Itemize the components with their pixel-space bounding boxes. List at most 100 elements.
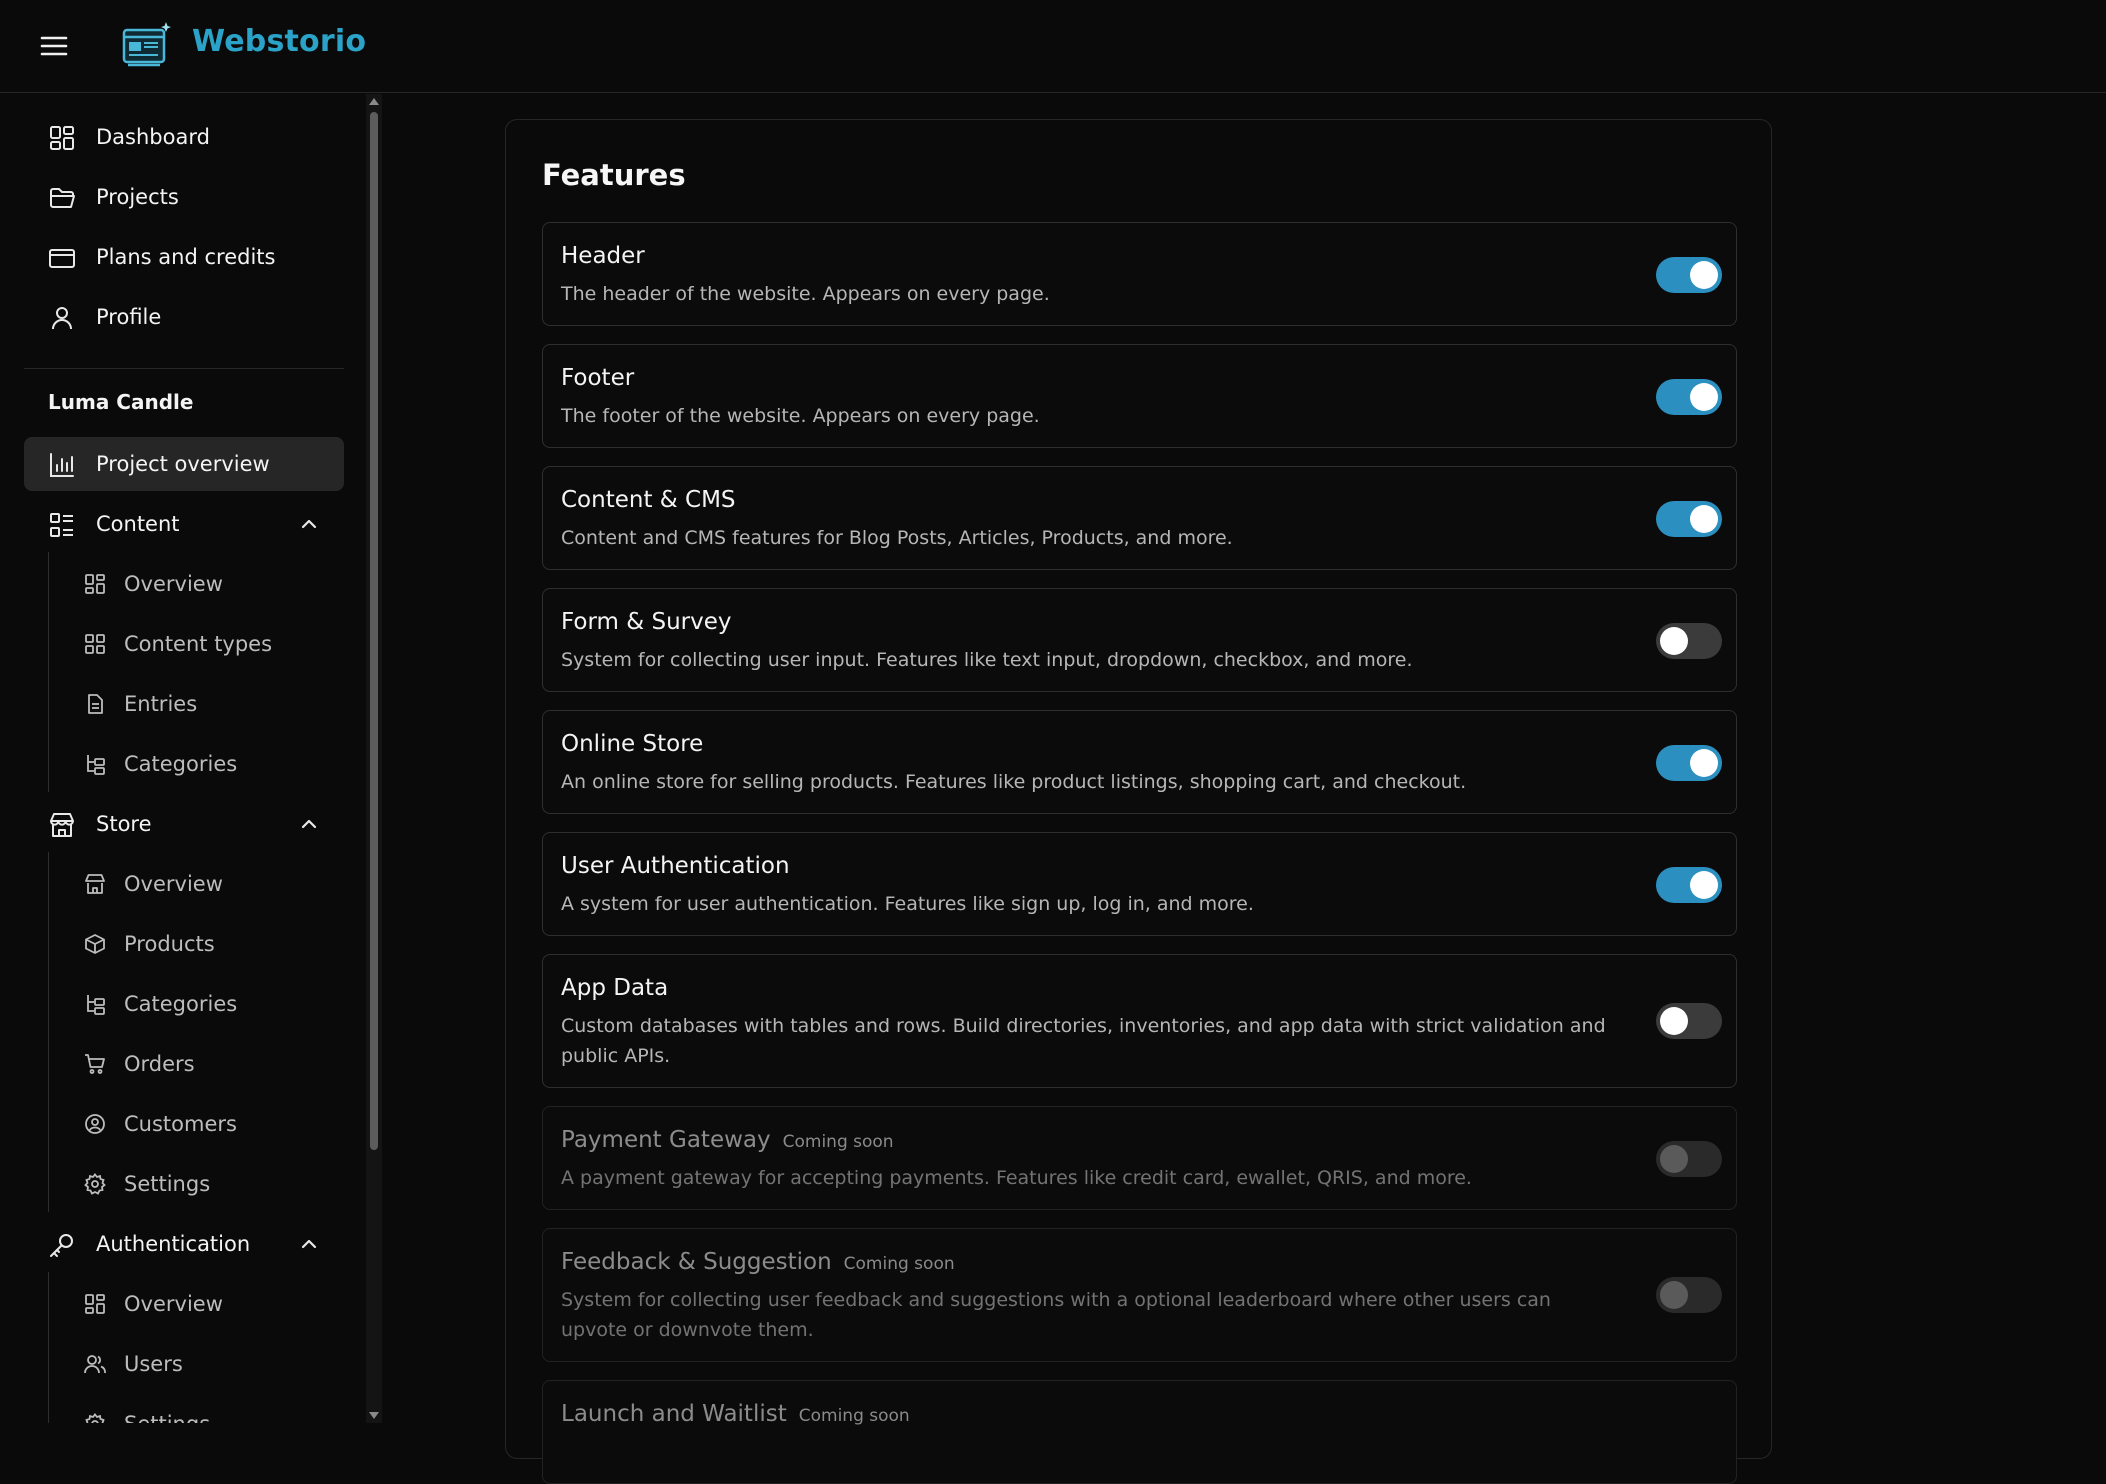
feature-name: Content & CMS bbox=[561, 487, 736, 513]
toggle-knob bbox=[1660, 1145, 1688, 1173]
toggle-knob bbox=[1690, 505, 1718, 533]
sidebar-item-products[interactable]: Products bbox=[48, 917, 344, 971]
page-title: Features bbox=[542, 158, 686, 192]
feature-card-payment-gateway: Payment Gateway Coming soon A payment gat… bbox=[542, 1106, 1737, 1210]
feature-toggle-form-survey[interactable] bbox=[1656, 623, 1722, 659]
feature-description: Content and CMS features for Blog Posts,… bbox=[561, 527, 1233, 549]
sidebar-item-project-overview[interactable]: Project overview bbox=[24, 437, 344, 491]
sidebar-item-store-categories[interactable]: Categories bbox=[48, 977, 344, 1031]
webstorio-logo-icon[interactable] bbox=[118, 18, 174, 74]
toggle-knob bbox=[1690, 871, 1718, 899]
grid-icon bbox=[84, 633, 106, 655]
sidebar-item-store-settings[interactable]: Settings bbox=[48, 1157, 344, 1211]
sidebar-item-users[interactable]: Users bbox=[48, 1337, 344, 1391]
bar-chart-icon bbox=[48, 451, 76, 479]
feature-name: Online Store bbox=[561, 731, 704, 757]
feature-card-app-data: App Data Custom databases with tables an… bbox=[542, 954, 1737, 1088]
brand-name[interactable]: Webstorio bbox=[192, 24, 366, 59]
coming-soon-badge: Coming soon bbox=[782, 1132, 894, 1152]
sidebar-scrollbar[interactable] bbox=[366, 94, 382, 1423]
sidebar: Dashboard Projects Plans and credits Pro… bbox=[0, 94, 368, 1423]
feature-name: Payment Gateway Coming soon bbox=[561, 1127, 894, 1153]
gear-icon bbox=[84, 1413, 106, 1423]
document-icon bbox=[84, 693, 106, 715]
sidebar-item-label: Content types bbox=[124, 632, 273, 656]
sidebar-item-customers[interactable]: Customers bbox=[48, 1097, 344, 1151]
sidebar-item-auth-overview[interactable]: Overview bbox=[48, 1277, 344, 1331]
feature-toggle-header[interactable] bbox=[1656, 257, 1722, 293]
toggle-knob bbox=[1690, 749, 1718, 777]
sidebar-item-label: Users bbox=[124, 1352, 183, 1376]
toggle-knob bbox=[1660, 627, 1688, 655]
sidebar-item-label: Settings bbox=[124, 1412, 210, 1423]
sidebar-item-projects[interactable]: Projects bbox=[24, 170, 344, 224]
sidebar-group-content[interactable]: Content bbox=[24, 497, 344, 551]
chevron-up-icon[interactable] bbox=[298, 513, 320, 535]
toggle-knob bbox=[1660, 1281, 1688, 1309]
sidebar-item-label: Entries bbox=[124, 692, 198, 716]
feature-toggle-feedback-suggestion bbox=[1656, 1277, 1722, 1313]
feature-card-content-cms: Content & CMS Content and CMS features f… bbox=[542, 466, 1737, 570]
feature-toggle-content-cms[interactable] bbox=[1656, 501, 1722, 537]
sidebar-item-dashboard[interactable]: Dashboard bbox=[24, 110, 344, 164]
scroll-up-arrow-icon[interactable] bbox=[369, 98, 379, 105]
feature-card-form-survey: Form & Survey System for collecting user… bbox=[542, 588, 1737, 692]
sidebar-item-store-overview[interactable]: Overview bbox=[48, 857, 344, 911]
sidebar-item-content-types[interactable]: Content types bbox=[48, 617, 344, 671]
sidebar-item-label: Profile bbox=[96, 305, 162, 329]
top-bar: Webstorio bbox=[0, 0, 2106, 93]
sidebar-item-entries[interactable]: Entries bbox=[48, 677, 344, 731]
feature-description: The footer of the website. Appears on ev… bbox=[561, 405, 1040, 427]
sidebar-item-label: Store bbox=[96, 812, 152, 836]
sidebar-group-authentication[interactable]: Authentication bbox=[24, 1217, 344, 1271]
feature-name: Footer bbox=[561, 365, 635, 391]
feature-description: A system for user authentication. Featur… bbox=[561, 893, 1254, 915]
store-icon bbox=[84, 873, 106, 895]
sidebar-item-profile[interactable]: Profile bbox=[24, 290, 344, 344]
folder-icon bbox=[48, 184, 76, 212]
feature-toggle-app-data[interactable] bbox=[1656, 1003, 1722, 1039]
feature-toggle-user-authentication[interactable] bbox=[1656, 867, 1722, 903]
coming-soon-badge: Coming soon bbox=[798, 1406, 910, 1426]
feature-toggle-online-store[interactable] bbox=[1656, 745, 1722, 781]
sidebar-item-label: Settings bbox=[124, 1172, 211, 1196]
feature-toggle-footer[interactable] bbox=[1656, 379, 1722, 415]
sidebar-item-label: Customers bbox=[124, 1112, 237, 1136]
scroll-down-arrow-icon[interactable] bbox=[369, 1412, 379, 1419]
sidebar-item-label: Overview bbox=[124, 1292, 223, 1316]
scrollbar-thumb[interactable] bbox=[370, 112, 378, 1150]
toggle-knob bbox=[1690, 261, 1718, 289]
feature-name: User Authentication bbox=[561, 853, 790, 879]
sidebar-item-auth-settings[interactable]: Settings bbox=[48, 1397, 344, 1423]
sidebar-group-store[interactable]: Store bbox=[24, 797, 344, 851]
store-icon bbox=[48, 811, 76, 839]
sidebar-item-label: Overview bbox=[124, 572, 223, 596]
sidebar-item-label: Plans and credits bbox=[96, 245, 276, 269]
feature-card-online-store: Online Store An online store for selling… bbox=[542, 710, 1737, 814]
feature-description: Custom databases with tables and rows. B… bbox=[561, 1015, 1606, 1067]
sidebar-item-label: Categories bbox=[124, 992, 238, 1016]
sidebar-item-content-overview[interactable]: Overview bbox=[48, 557, 344, 611]
sidebar-item-orders[interactable]: Orders bbox=[48, 1037, 344, 1091]
chevron-up-icon[interactable] bbox=[298, 1233, 320, 1255]
list-grid-icon bbox=[48, 511, 76, 539]
feature-card-user-authentication: User Authentication A system for user au… bbox=[542, 832, 1737, 936]
gear-icon bbox=[84, 1173, 106, 1195]
feature-card-footer: Footer The footer of the website. Appear… bbox=[542, 344, 1737, 448]
user-circle-icon bbox=[84, 1113, 106, 1135]
sidebar-item-content-categories[interactable]: Categories bbox=[48, 737, 344, 791]
sidebar-item-label: Project overview bbox=[96, 452, 270, 476]
grid-icon bbox=[84, 573, 106, 595]
hamburger-menu-icon[interactable] bbox=[38, 30, 70, 62]
project-name: Luma Candle bbox=[48, 390, 194, 414]
sidebar-item-label: Dashboard bbox=[96, 125, 210, 149]
coming-soon-badge: Coming soon bbox=[843, 1254, 955, 1274]
feature-card-feedback-suggestion: Feedback & Suggestion Coming soon System … bbox=[542, 1228, 1737, 1362]
feature-name: Launch and Waitlist Coming soon bbox=[561, 1401, 910, 1427]
sidebar-item-plans-and-credits[interactable]: Plans and credits bbox=[24, 230, 344, 284]
credit-card-icon bbox=[48, 244, 76, 272]
feature-card-launch-waitlist: Launch and Waitlist Coming soon bbox=[542, 1380, 1737, 1484]
chevron-up-icon[interactable] bbox=[298, 813, 320, 835]
feature-description: An online store for selling products. Fe… bbox=[561, 771, 1467, 793]
toggle-knob bbox=[1690, 383, 1718, 411]
